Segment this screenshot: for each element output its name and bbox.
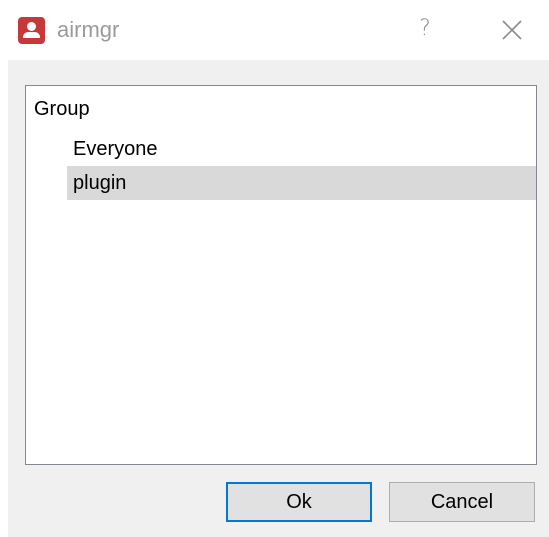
dialog-window: airmgr ? Group Everyone plugin Ok Cancel	[0, 0, 549, 537]
close-icon	[502, 20, 522, 40]
tree-item-everyone[interactable]: Everyone	[67, 132, 536, 166]
close-button[interactable]	[496, 14, 528, 46]
group-tree[interactable]: Group Everyone plugin	[25, 85, 537, 465]
title-bar[interactable]: airmgr ?	[0, 0, 549, 60]
dialog-body: Group Everyone plugin Ok Cancel	[8, 60, 549, 537]
help-button[interactable]: ?	[410, 14, 440, 44]
ok-button[interactable]: Ok	[226, 482, 372, 522]
cancel-button[interactable]: Cancel	[389, 482, 535, 522]
window-title: airmgr	[57, 17, 120, 42]
tree-item-plugin[interactable]: plugin	[67, 166, 536, 200]
user-icon	[18, 17, 45, 44]
tree-root-group[interactable]: Group	[26, 92, 536, 126]
